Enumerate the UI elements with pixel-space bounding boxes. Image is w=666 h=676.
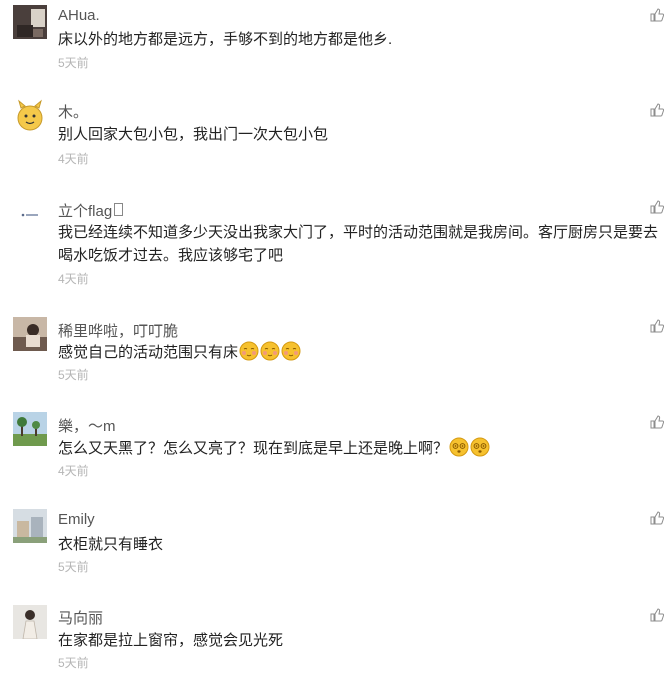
blushing-face-emoji-icon (239, 341, 259, 361)
missing-glyph-icon (114, 203, 124, 216)
comment-text: 在家都是拉上窗帘，感觉会见光死 (58, 632, 284, 649)
avatar-building-icon (13, 509, 47, 543)
comment-text: 我已经连续不知道多少天没出我家大门了，平时的活动范围就是我房间。客厅厨房只是要去… (58, 224, 659, 264)
comment-author[interactable]: 樂，～m (58, 415, 116, 436)
comment-time: 5天前 (58, 368, 89, 382)
comment-author-text: 立个flag (58, 203, 113, 220)
blushing-face-emoji-icon (281, 341, 301, 361)
comment-time: 5天前 (58, 56, 89, 70)
comment-time: 4天前 (58, 464, 89, 478)
dizzy-face-emoji-icon (449, 437, 469, 457)
avatar[interactable] (13, 5, 47, 39)
comment-author[interactable]: Emily (58, 511, 95, 528)
avatar-small-logo-icon (13, 197, 47, 231)
avatar-photo-icon (13, 317, 47, 351)
thumbs-up-icon[interactable] (650, 511, 665, 525)
thumbs-up-icon[interactable] (650, 8, 665, 22)
comment-time: 5天前 (58, 656, 89, 670)
comment-text: 怎么又天黑了？怎么又亮了？现在到底是早上还是晚上啊？ (58, 437, 664, 460)
avatar[interactable] (13, 98, 47, 132)
thumbs-up-icon[interactable] (650, 415, 665, 429)
comment-time: 5天前 (58, 560, 89, 574)
comment-text-body: 感觉自己的活动范围只有床 (58, 344, 239, 361)
avatar-person-icon (13, 605, 47, 639)
thumbs-up-icon[interactable] (650, 103, 665, 117)
avatar[interactable] (13, 317, 47, 351)
comment-author[interactable]: 马向丽 (58, 607, 103, 628)
avatar[interactable] (13, 509, 47, 543)
blushing-face-emoji-icon (260, 341, 280, 361)
comment-author[interactable]: 木。 (58, 101, 88, 122)
avatar-dark-room-icon (13, 5, 47, 39)
thumbs-up-icon[interactable] (650, 319, 665, 333)
comment-text: 衣柜就只有睡衣 (58, 536, 164, 553)
comment-author[interactable]: 稀里哗啦，叮叮脆 (58, 320, 178, 341)
comment-time: 4天前 (58, 152, 89, 166)
comment-text: 别人回家大包小包，我出门一次大包小包 (58, 126, 329, 143)
comment-text: 感觉自己的活动范围只有床 (58, 341, 664, 364)
avatar[interactable] (13, 197, 47, 231)
comment-time: 4天前 (58, 272, 89, 286)
dizzy-face-emoji-icon (470, 437, 490, 457)
comment-author[interactable]: 立个flag (58, 200, 124, 221)
avatar-cartoon-face-icon (13, 98, 47, 132)
avatar-landscape-icon (13, 412, 47, 446)
comment-author[interactable]: AHua. (58, 7, 100, 24)
avatar[interactable] (13, 605, 47, 639)
thumbs-up-icon[interactable] (650, 608, 665, 622)
comment-text-body: 怎么又天黑了？怎么又亮了？现在到底是早上还是晚上啊？ (58, 440, 449, 457)
avatar[interactable] (13, 412, 47, 446)
thumbs-up-icon[interactable] (650, 200, 665, 214)
comment-text: 床以外的地方都是远方，手够不到的地方都是他乡. (58, 31, 393, 48)
